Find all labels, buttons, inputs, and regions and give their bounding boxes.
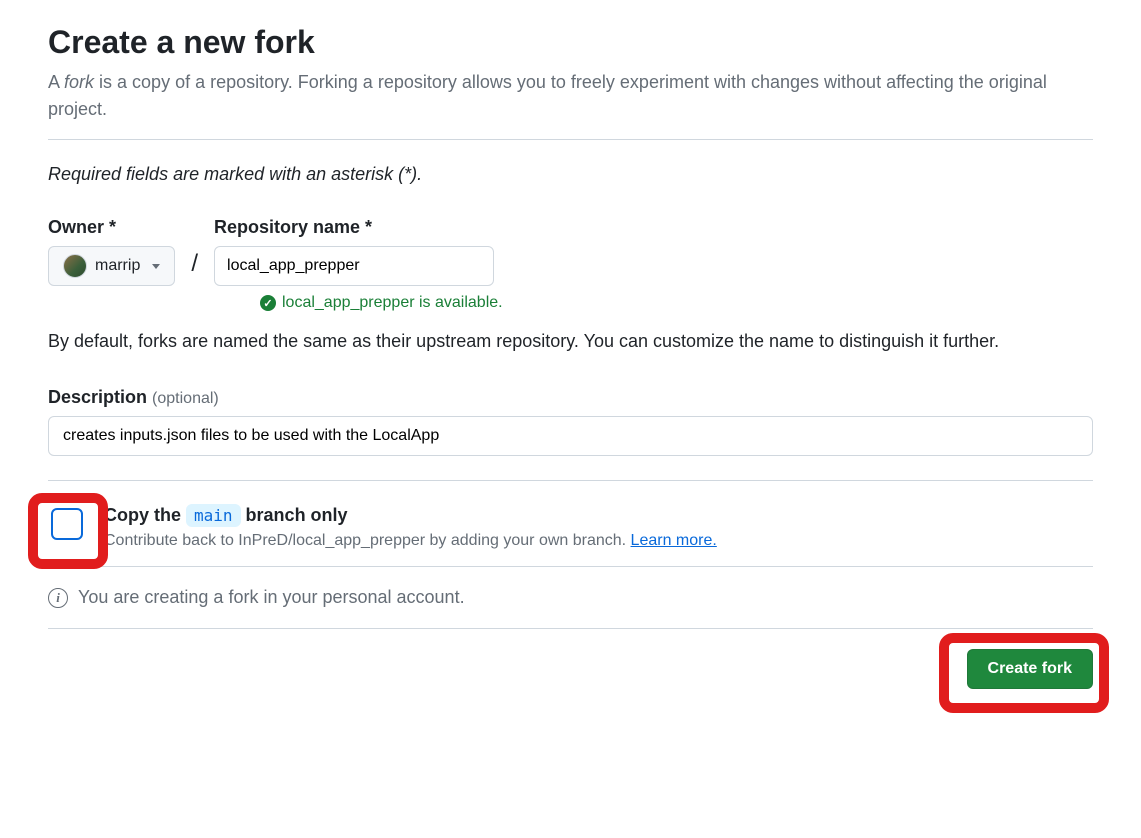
description-label: Description (optional): [48, 387, 1093, 408]
divider: [48, 139, 1093, 140]
owner-select[interactable]: marrip: [48, 246, 175, 286]
name-helper-text: By default, forks are named the same as …: [48, 328, 1093, 355]
copy-branch-help: Contribute back to InPreD/local_app_prep…: [104, 532, 1093, 550]
create-fork-button[interactable]: Create fork: [967, 649, 1093, 689]
check-circle-icon: [260, 295, 276, 311]
page-subtitle: A fork is a copy of a repository. Forkin…: [48, 69, 1093, 123]
info-text: You are creating a fork in your personal…: [78, 587, 465, 608]
divider: [48, 566, 1093, 567]
repo-name-label: Repository name *: [214, 217, 494, 238]
required-fields-note: Required fields are marked with an aster…: [48, 164, 1093, 185]
info-icon: [48, 588, 68, 608]
branch-tag: main: [186, 504, 241, 527]
chevron-down-icon: [152, 264, 160, 269]
learn-more-link[interactable]: Learn more.: [631, 532, 717, 549]
avatar: [63, 254, 87, 278]
page-title: Create a new fork: [48, 24, 1093, 61]
owner-value: marrip: [95, 257, 140, 275]
owner-label: Owner *: [48, 217, 175, 238]
copy-branch-label: Copy the main branch only: [104, 505, 1093, 526]
divider: [48, 480, 1093, 481]
divider: [48, 628, 1093, 629]
description-input[interactable]: [48, 416, 1093, 456]
repo-name-input[interactable]: [214, 246, 494, 286]
copy-main-branch-checkbox[interactable]: [51, 508, 83, 540]
slash-separator: /: [191, 250, 198, 278]
availability-message: local_app_prepper is available.: [260, 294, 1093, 312]
